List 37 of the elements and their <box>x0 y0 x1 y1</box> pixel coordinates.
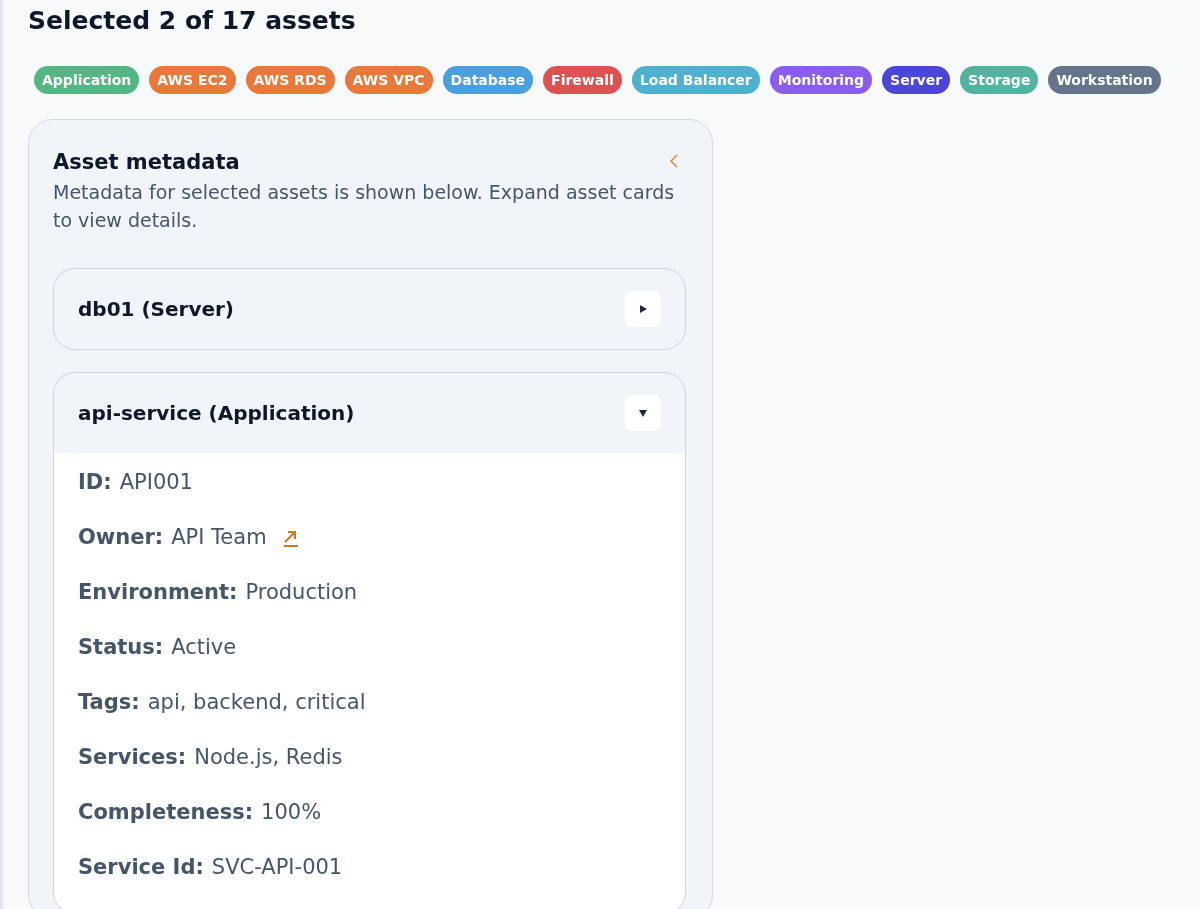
field-value: API001 <box>119 469 193 496</box>
type-tag[interactable]: Database <box>442 66 534 94</box>
card-title: api-service (Application) <box>78 401 355 425</box>
type-tag[interactable]: Workstation <box>1048 66 1161 94</box>
page-title: Selected 2 of 17 assets <box>28 5 357 37</box>
field-label: Environment: <box>78 579 238 606</box>
type-tag[interactable]: Load Balancer <box>631 66 760 94</box>
field-value: Node.js, Redis <box>194 744 343 771</box>
field-label: Completeness: <box>78 799 254 826</box>
field-value: api, backend, critical <box>147 689 366 716</box>
field-value: Production <box>245 579 358 606</box>
type-tag[interactable]: AWS VPC <box>344 66 433 94</box>
chevron-left-icon[interactable] <box>670 154 678 168</box>
type-tag[interactable]: AWS RDS <box>245 66 335 94</box>
field-label: Service Id: <box>78 854 204 881</box>
type-tag[interactable]: Server <box>882 66 951 94</box>
panel-description: Metadata for selected assets is shown below. Expand asset cards to view details. <box>53 180 676 233</box>
card-title: db01 (Server) <box>78 297 234 321</box>
field-value: Active <box>171 634 237 661</box>
field-value: API Team <box>171 524 267 551</box>
field-label: ID: <box>78 469 112 496</box>
expand-button[interactable] <box>625 291 661 327</box>
field-label: Owner: <box>78 524 164 551</box>
field-value: SVC-API-001 <box>211 854 343 881</box>
caret-down-icon <box>639 409 647 417</box>
type-tag[interactable]: Firewall <box>543 66 622 94</box>
field-label: Status: <box>78 634 164 661</box>
type-tag[interactable]: AWS EC2 <box>149 66 236 94</box>
type-tag[interactable]: Application <box>34 66 140 94</box>
expand-button[interactable] <box>625 395 661 431</box>
panel-title: Asset metadata <box>53 149 240 176</box>
type-tag[interactable]: Monitoring <box>769 66 873 94</box>
field-label: Tags: <box>78 689 140 716</box>
field-value: 100% <box>261 799 322 826</box>
caret-right-icon <box>639 305 647 313</box>
field-label: Services: <box>78 744 187 771</box>
type-tag[interactable]: Storage <box>960 66 1039 94</box>
